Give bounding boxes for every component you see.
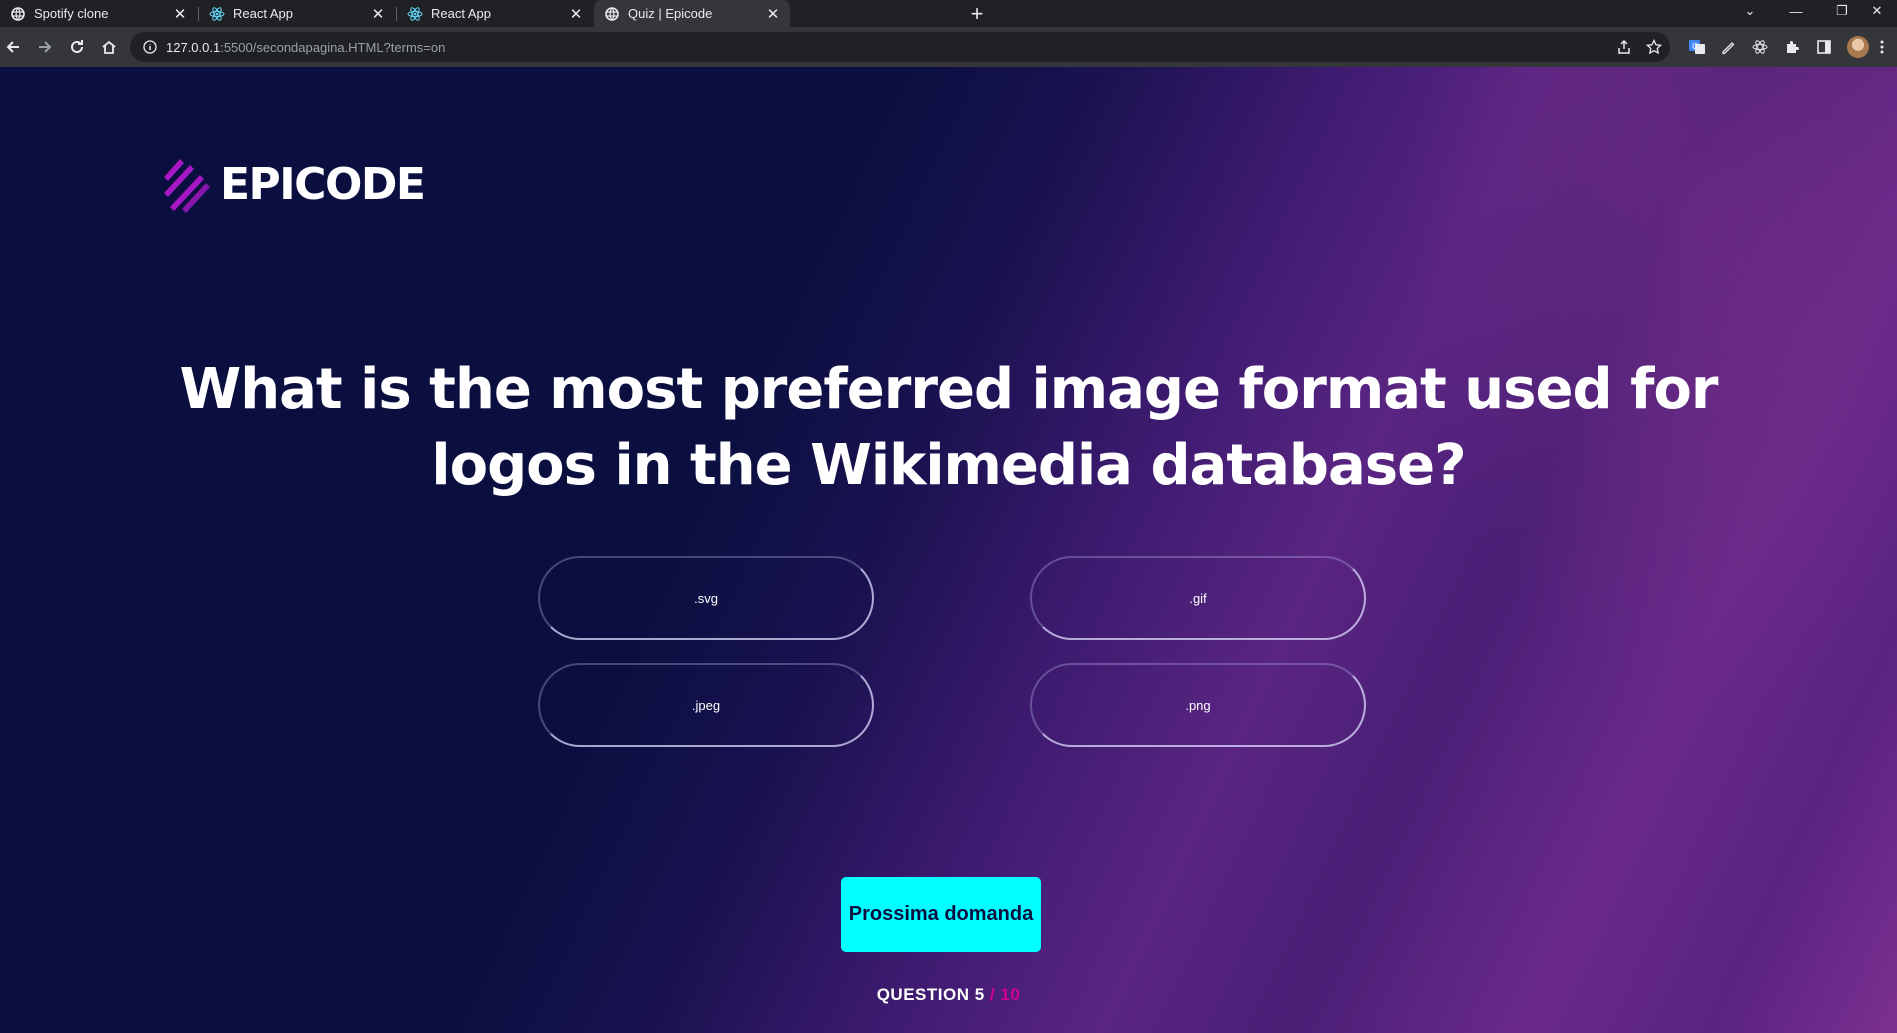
pen-icon[interactable] [1716, 35, 1740, 59]
tab-title: React App [233, 6, 293, 21]
svg-text:G: G [1692, 42, 1698, 51]
close-window-icon[interactable]: ✕ [1857, 0, 1897, 22]
minimize-icon[interactable]: — [1776, 0, 1816, 22]
tab-quiz-epicode[interactable]: Quiz | Epicode ✕ [594, 0, 790, 27]
logo-text: EPICODE [220, 158, 426, 210]
epicode-logo-mark [164, 159, 210, 213]
react-devtools-icon[interactable] [1748, 35, 1772, 59]
bookmark-star-icon[interactable] [1642, 35, 1666, 59]
counter-separator: / [989, 985, 996, 1004]
counter-current: 5 [974, 985, 985, 1004]
tab-title: Spotify clone [34, 6, 109, 21]
extensions-puzzle-icon[interactable] [1780, 35, 1804, 59]
epicode-logo: EPICODE [160, 155, 426, 213]
url-text: 127.0.0.1:5500/secondapagina.HTML?terms=… [166, 40, 445, 55]
new-tab-button[interactable]: + [964, 1, 990, 27]
restore-icon[interactable]: ❐ [1822, 0, 1862, 22]
close-icon[interactable]: ✕ [764, 5, 782, 23]
react-icon [209, 6, 225, 22]
react-icon [407, 6, 423, 22]
url-path: :5500/secondapagina.HTML?terms=on [220, 39, 446, 55]
profile-avatar[interactable] [1847, 36, 1869, 58]
answer-button-png[interactable]: .png [1030, 663, 1366, 747]
back-icon[interactable] [1, 35, 25, 59]
url-host: 127.0.0.1 [166, 39, 221, 55]
address-bar[interactable]: 127.0.0.1:5500/secondapagina.HTML?terms=… [130, 32, 1670, 62]
tab-strip: Spotify clone ✕ React App ✕ React App ✕ … [0, 0, 1897, 27]
side-panel-icon[interactable] [1812, 35, 1836, 59]
question-text: What is the most preferred image format … [179, 357, 1718, 498]
close-icon[interactable]: ✕ [171, 5, 189, 23]
home-icon[interactable] [97, 35, 121, 59]
translate-icon[interactable]: G [1685, 35, 1709, 59]
tab-react-app-2[interactable]: React App ✕ [397, 0, 593, 27]
info-icon[interactable] [142, 39, 158, 55]
browser-toolbar: 127.0.0.1:5500/secondapagina.HTML?terms=… [0, 27, 1897, 67]
forward-icon[interactable] [33, 35, 57, 59]
tab-title: React App [431, 6, 491, 21]
next-question-button[interactable]: Prossima domanda [841, 877, 1041, 952]
question-counter: QUESTION 5 / 10 [0, 985, 1897, 1005]
counter-total: 10 [1000, 985, 1021, 1004]
menu-dots-icon[interactable] [1870, 35, 1894, 59]
reload-icon[interactable] [65, 35, 89, 59]
answer-button-gif[interactable]: .gif [1030, 556, 1366, 640]
quiz-page: EPICODE What is the most preferred image… [0, 67, 1897, 1033]
globe-icon [10, 6, 26, 22]
share-icon[interactable] [1612, 35, 1636, 59]
close-icon[interactable]: ✕ [567, 5, 585, 23]
counter-label: QUESTION [876, 985, 970, 1004]
tab-react-app-1[interactable]: React App ✕ [199, 0, 395, 27]
tab-title: Quiz | Epicode [628, 6, 713, 21]
answer-button-jpeg[interactable]: .jpeg [538, 663, 874, 747]
tab-search-icon[interactable]: ⌄ [1730, 0, 1770, 22]
globe-icon [604, 6, 620, 22]
close-icon[interactable]: ✕ [369, 5, 387, 23]
answer-button-svg[interactable]: .svg [538, 556, 874, 640]
tab-spotify-clone[interactable]: Spotify clone ✕ [0, 0, 197, 27]
